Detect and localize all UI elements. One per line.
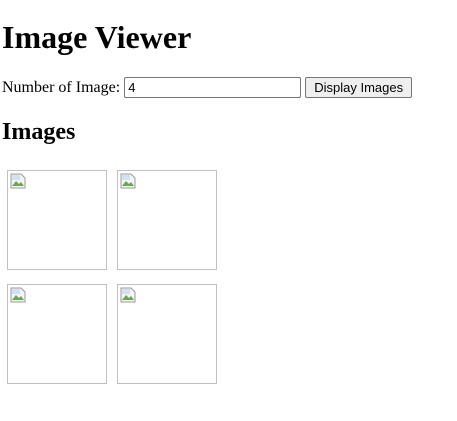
image-count-label: Number of Image:: [2, 79, 121, 96]
image-grid: [7, 170, 219, 384]
broken-image-icon: [10, 173, 26, 189]
image-count-controls: Number of Image: Display Images: [2, 77, 413, 98]
image-thumbnail[interactable]: [117, 284, 217, 384]
image-thumbnail[interactable]: [7, 170, 107, 270]
display-images-button[interactable]: Display Images: [305, 77, 413, 98]
image-thumbnail[interactable]: [117, 170, 217, 270]
page-title: Image Viewer: [2, 19, 192, 55]
broken-image-icon: [120, 287, 136, 303]
broken-image-icon: [10, 287, 26, 303]
broken-image-icon: [120, 173, 136, 189]
image-thumbnail[interactable]: [7, 284, 107, 384]
image-count-input[interactable]: [124, 77, 302, 98]
image-viewer-page: Image Viewer Number of Image: Display Im…: [2, 0, 452, 421]
images-heading: Images: [2, 119, 76, 145]
